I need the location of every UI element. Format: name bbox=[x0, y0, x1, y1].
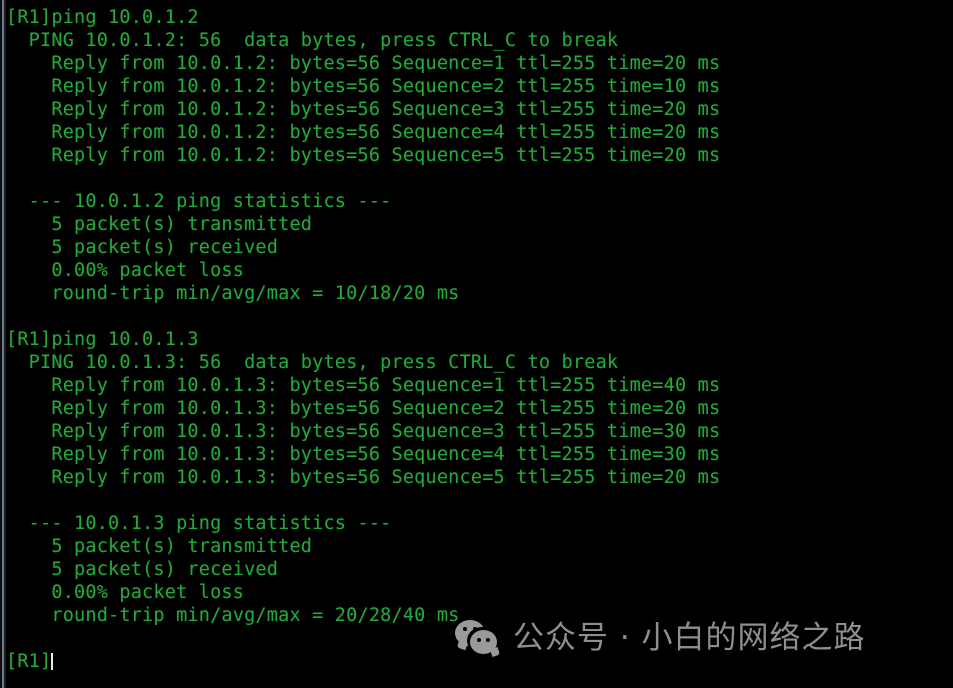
text-cursor bbox=[51, 653, 54, 670]
terminal-line: Reply from 10.0.1.3: bytes=56 Sequence=3… bbox=[6, 421, 721, 442]
terminal-line: Reply from 10.0.1.2: bytes=56 Sequence=1… bbox=[6, 53, 721, 74]
terminal-line: Reply from 10.0.1.2: bytes=56 Sequence=3… bbox=[6, 99, 721, 120]
terminal-line: [R1]ping 10.0.1.2 bbox=[6, 7, 199, 28]
terminal-line: Reply from 10.0.1.2: bytes=56 Sequence=4… bbox=[6, 122, 721, 143]
terminal-line: 5 packet(s) received bbox=[6, 237, 279, 258]
terminal-line: --- 10.0.1.2 ping statistics --- bbox=[6, 191, 392, 212]
terminal-line: 5 packet(s) received bbox=[6, 559, 279, 580]
terminal-line: Reply from 10.0.1.2: bytes=56 Sequence=5… bbox=[6, 145, 721, 166]
terminal-line: 0.00% packet loss bbox=[6, 260, 245, 281]
terminal-line: --- 10.0.1.3 ping statistics --- bbox=[6, 513, 392, 534]
prompt-label: [R1] bbox=[6, 651, 52, 672]
terminal-line: Reply from 10.0.1.2: bytes=56 Sequence=2… bbox=[6, 76, 721, 97]
terminal-line: PING 10.0.1.3: 56 data bytes, press CTRL… bbox=[6, 352, 619, 373]
terminal-line: 0.00% packet loss bbox=[6, 582, 245, 603]
terminal-line: round-trip min/avg/max = 10/18/20 ms bbox=[6, 283, 460, 304]
terminal-line: [R1]ping 10.0.1.3 bbox=[6, 329, 199, 350]
terminal-line: round-trip min/avg/max = 20/28/40 ms bbox=[6, 605, 460, 626]
command-prompt-line[interactable]: [R1] bbox=[6, 650, 953, 673]
terminal-line: Reply from 10.0.1.3: bytes=56 Sequence=1… bbox=[6, 375, 721, 396]
terminal-line: PING 10.0.1.2: 56 data bytes, press CTRL… bbox=[6, 30, 619, 51]
terminal-line: Reply from 10.0.1.3: bytes=56 Sequence=5… bbox=[6, 467, 721, 488]
console-output[interactable]: [R1]ping 10.0.1.2 PING 10.0.1.2: 56 data… bbox=[6, 0, 953, 688]
terminal-line: 5 packet(s) transmitted bbox=[6, 536, 313, 557]
terminal-line: Reply from 10.0.1.3: bytes=56 Sequence=2… bbox=[6, 398, 721, 419]
terminal-window[interactable]: [R1]ping 10.0.1.2 PING 10.0.1.2: 56 data… bbox=[0, 0, 953, 688]
terminal-line: 5 packet(s) transmitted bbox=[6, 214, 313, 235]
terminal-line: Reply from 10.0.1.3: bytes=56 Sequence=4… bbox=[6, 444, 721, 465]
